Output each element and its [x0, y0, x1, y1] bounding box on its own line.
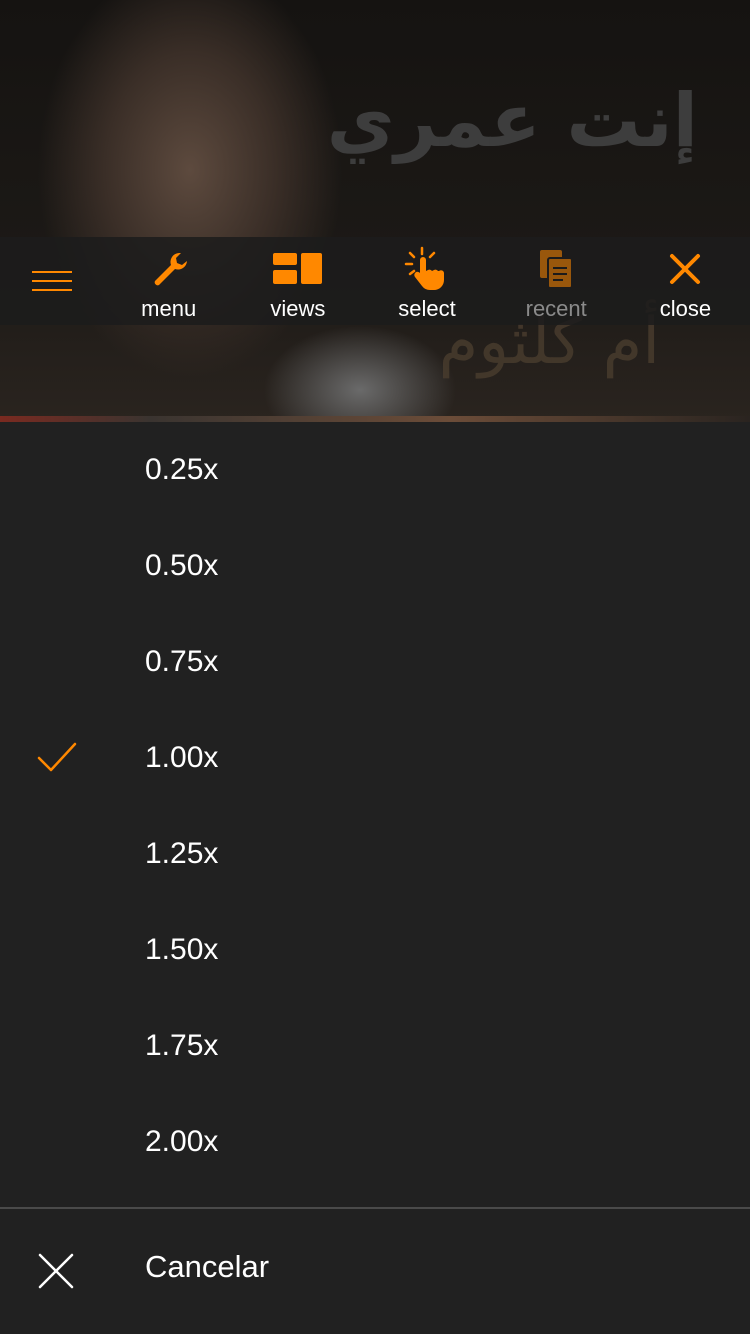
- speed-option-label: 1.25x: [145, 837, 219, 870]
- speed-option-1-75[interactable]: 1.75x: [0, 998, 750, 1094]
- toolbar-views-label: views: [270, 296, 326, 321]
- speed-option-label: 1.75x: [145, 1029, 219, 1062]
- cancel-x-icon: [38, 1253, 74, 1289]
- toolbar-recent-label: recent: [525, 296, 587, 321]
- tap-hand-icon: [404, 246, 450, 290]
- views-icon: [272, 249, 323, 289]
- cancel-label: Cancelar: [145, 1249, 270, 1284]
- close-icon: [669, 249, 701, 289]
- video-thumbnail[interactable]: إنت عمري أم كلثوم: [0, 0, 750, 422]
- speed-option-label: 0.50x: [145, 549, 219, 582]
- toolbar-menu-button[interactable]: menu: [104, 237, 233, 325]
- toolbar-select-button[interactable]: select: [362, 237, 491, 325]
- checkmark-icon: [37, 742, 77, 772]
- hamburger-icon: [32, 271, 73, 291]
- documents-icon: [538, 249, 574, 289]
- speed-option-1-00[interactable]: 1.00x: [0, 710, 750, 806]
- speed-action-sheet: 0.25x 0.50x 0.75x 1.00x 1.25x 1.50x 1.75…: [0, 422, 750, 1334]
- speed-option-label: 1.00x: [145, 741, 219, 774]
- screen: إنت عمري أم كلثوم menu views select rece…: [0, 0, 750, 1334]
- toolbar-close-label: close: [659, 296, 712, 321]
- wrench-icon: [149, 249, 189, 289]
- toolbar-menu-label: menu: [141, 296, 197, 321]
- speed-option-label: 0.75x: [145, 645, 219, 678]
- speed-option-1-50[interactable]: 1.50x: [0, 902, 750, 998]
- speed-options-list: 0.25x 0.50x 0.75x 1.00x 1.25x 1.50x 1.75…: [0, 422, 750, 1190]
- toolbar-close-button[interactable]: close: [621, 237, 750, 325]
- toolbar-views-button[interactable]: views: [233, 237, 362, 325]
- speed-option-2-00[interactable]: 2.00x: [0, 1094, 750, 1190]
- toolbar: menu views select recent close: [0, 237, 750, 325]
- speed-option-0-75[interactable]: 0.75x: [0, 614, 750, 710]
- speed-option-0-50[interactable]: 0.50x: [0, 518, 750, 614]
- speed-option-1-25[interactable]: 1.25x: [0, 806, 750, 902]
- speed-option-0-25[interactable]: 0.25x: [0, 422, 750, 518]
- speed-option-label: 1.50x: [145, 933, 219, 966]
- toolbar-recent-button[interactable]: recent: [492, 237, 621, 325]
- toolbar-select-label: select: [398, 296, 456, 321]
- video-title-overlay: إنت عمري: [326, 78, 698, 164]
- cancel-button[interactable]: Cancelar: [0, 1209, 750, 1334]
- speed-option-label: 2.00x: [145, 1125, 219, 1158]
- hamburger-button[interactable]: [0, 237, 104, 325]
- speed-option-label: 0.25x: [145, 453, 219, 486]
